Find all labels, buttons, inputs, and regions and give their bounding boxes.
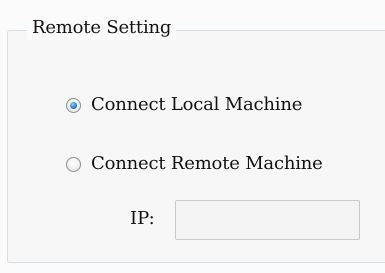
- connect-remote-option[interactable]: Connect Remote Machine: [66, 151, 323, 177]
- ip-label: IP:: [130, 208, 155, 229]
- ip-input[interactable]: [175, 200, 360, 240]
- connect-remote-label: Connect Remote Machine: [91, 153, 323, 174]
- connect-local-label: Connect Local Machine: [91, 94, 303, 115]
- radio-selected-icon[interactable]: [66, 97, 81, 113]
- connect-local-option[interactable]: Connect Local Machine: [66, 92, 302, 118]
- radio-unselected-icon[interactable]: [66, 156, 81, 172]
- group-title: Remote Setting: [27, 16, 177, 40]
